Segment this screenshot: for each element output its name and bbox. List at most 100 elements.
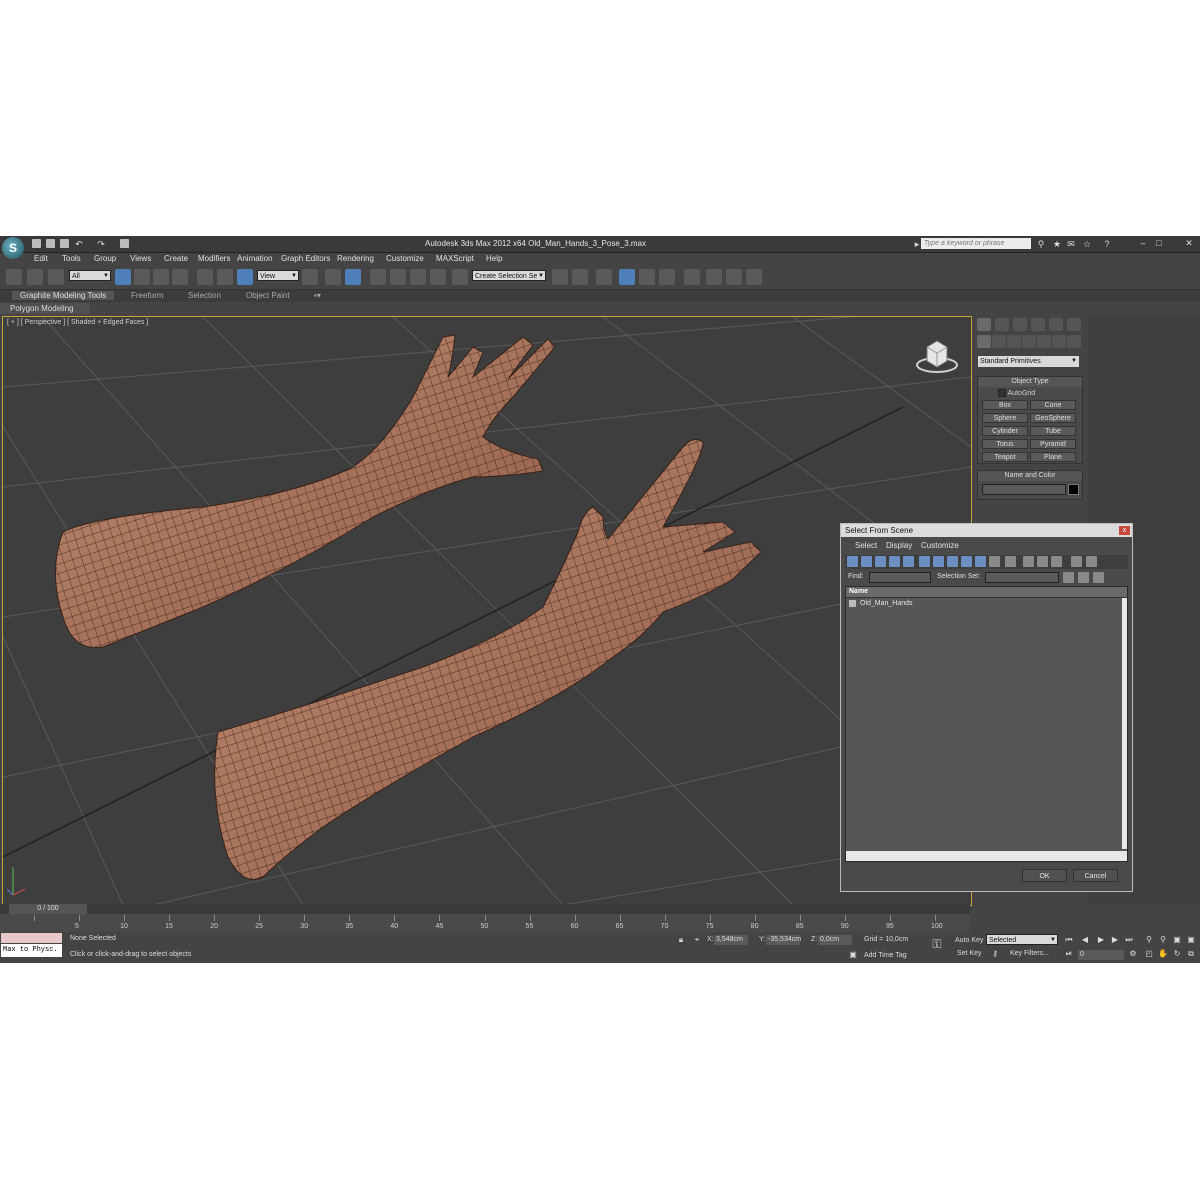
menu-create[interactable]: Create <box>164 254 188 263</box>
ribbon-options-icon[interactable]: ▪▾ <box>314 291 321 300</box>
menu-modifiers[interactable]: Modifiers <box>198 254 230 263</box>
hierarchy-tab-icon[interactable] <box>1013 318 1027 331</box>
rendered-frame-window-icon[interactable] <box>726 269 742 285</box>
systems-icon[interactable] <box>1067 335 1081 348</box>
help-icon[interactable]: ? <box>1102 239 1112 249</box>
bind-space-warp-icon[interactable] <box>48 269 64 285</box>
close-button[interactable]: ✕ <box>1182 238 1196 249</box>
x-coordinate-field[interactable]: 3,548cm <box>714 935 748 945</box>
helpers-icon[interactable] <box>1037 335 1051 348</box>
tube-button[interactable]: Tube <box>1030 426 1076 436</box>
application-menu-icon[interactable]: S <box>2 237 24 259</box>
motion-tab-icon[interactable] <box>1031 318 1045 331</box>
new-file-icon[interactable] <box>32 239 41 248</box>
ok-button[interactable]: OK <box>1022 869 1067 882</box>
display-containers-icon[interactable] <box>975 556 986 567</box>
binoculars-icon[interactable]: ⚲ <box>1036 239 1046 249</box>
current-frame-field[interactable]: 0 <box>1078 950 1124 960</box>
previous-frame-icon[interactable]: ◀ <box>1080 935 1090 945</box>
display-frozen-icon[interactable] <box>989 556 1000 567</box>
menu-customize[interactable]: Customize <box>386 254 424 263</box>
viewport-label[interactable]: [ + ] [ Perspective ] [ Shaded + Edged F… <box>7 319 148 326</box>
undo-icon[interactable]: ↶ <box>74 239 84 249</box>
play-icon[interactable]: ▶ <box>1096 935 1106 945</box>
spinner-snap-icon[interactable] <box>430 269 446 285</box>
cameras-icon[interactable] <box>1022 335 1036 348</box>
perspective-viewport[interactable]: [ + ] [ Perspective ] [ Shaded + Edged F… <box>2 316 972 906</box>
keyboard-shortcut-override-icon[interactable] <box>345 269 361 285</box>
vertical-scrollbar[interactable] <box>1122 598 1127 849</box>
communication-icon[interactable]: ✉ <box>1066 239 1076 249</box>
key-icon[interactable]: ⚿ <box>932 938 942 950</box>
dialog-menu-select[interactable]: Select <box>855 541 877 550</box>
reference-coordinate-dropdown[interactable]: View ▼ <box>257 270 299 281</box>
lock-icon[interactable]: 🔒︎ <box>676 935 686 945</box>
display-geometry-icon[interactable] <box>847 556 858 567</box>
project-folder-icon[interactable] <box>120 239 129 248</box>
auto-key-mode-dropdown[interactable]: Selected ▼ <box>986 934 1058 945</box>
sphere-button[interactable]: Sphere <box>982 413 1028 423</box>
object-name-field[interactable] <box>982 484 1066 495</box>
selection-filter-dropdown[interactable]: All ▼ <box>69 270 111 281</box>
select-manipulate-icon[interactable] <box>325 269 341 285</box>
render-production-icon[interactable] <box>746 269 762 285</box>
object-color-swatch[interactable] <box>1068 484 1079 495</box>
maximize-viewport-icon[interactable]: ⧉ <box>1186 949 1196 959</box>
rotate-icon[interactable] <box>217 269 233 285</box>
hand-upper[interactable] <box>55 334 556 649</box>
set-keys-icon[interactable]: ⚷ <box>990 949 1000 959</box>
menu-animation[interactable]: Animation <box>237 254 273 263</box>
pyramid-button[interactable]: Pyramid <box>1030 439 1076 449</box>
graphite-toggle-icon[interactable] <box>619 269 635 285</box>
field-of-view-icon[interactable]: ◰ <box>1144 949 1154 959</box>
select-object-icon[interactable] <box>115 269 131 285</box>
primitive-category-dropdown[interactable]: Standard Primitives ▼ <box>978 356 1079 367</box>
move-icon[interactable] <box>197 269 213 285</box>
layer-manager-icon[interactable] <box>596 269 612 285</box>
display-bones-icon[interactable] <box>961 556 972 567</box>
menu-maxscript[interactable]: MAXScript <box>436 254 474 263</box>
menu-edit[interactable]: Edit <box>34 254 48 263</box>
zoom-all-icon[interactable]: ⚲ <box>1158 935 1168 945</box>
display-helpers-icon[interactable] <box>903 556 914 567</box>
keyword-search-input[interactable]: Type a keyword or phrase <box>921 238 1031 249</box>
autogrid-checkbox[interactable]: AutoGrid <box>998 389 1035 397</box>
link-icon[interactable] <box>6 269 22 285</box>
track-bar[interactable]: 5 10 15 20 25 30 35 40 45 50 55 60 65 70 75 80 85 90 95 100 <box>0 914 970 932</box>
select-none-icon[interactable] <box>1078 572 1089 583</box>
time-tag-icon[interactable]: ▣ <box>848 950 858 960</box>
dialog-title[interactable]: Select From Scene <box>841 524 1132 537</box>
key-filters-button[interactable]: Key Filters... <box>1010 950 1049 957</box>
list-item[interactable]: Old_Man_Hands <box>846 598 1127 609</box>
display-xrefs-icon[interactable] <box>947 556 958 567</box>
geosphere-button[interactable]: GeoSphere <box>1030 413 1076 423</box>
name-and-color-header[interactable]: Name and Color <box>978 471 1082 481</box>
minimize-button[interactable]: – <box>1136 238 1150 249</box>
display-all-icon[interactable] <box>1023 556 1034 567</box>
menu-graph-editors[interactable]: Graph Editors <box>281 254 330 263</box>
menu-group[interactable]: Group <box>94 254 116 263</box>
tab-freeform[interactable]: Freeform <box>131 291 163 300</box>
selection-set-dropdown[interactable] <box>985 572 1059 583</box>
mirror-icon[interactable] <box>552 269 568 285</box>
save-file-icon[interactable] <box>60 239 69 248</box>
window-crossing-icon[interactable] <box>172 269 188 285</box>
next-frame-icon[interactable]: ▶ <box>1110 935 1120 945</box>
scene-object-list[interactable]: Name Old_Man_Hands <box>845 586 1128 862</box>
tab-object-paint[interactable]: Object Paint <box>246 291 290 300</box>
horizontal-scrollbar[interactable] <box>846 851 1127 861</box>
set-key-button[interactable]: Set Key <box>957 950 982 957</box>
pan-icon[interactable]: ✋ <box>1158 949 1168 959</box>
select-by-name-icon[interactable] <box>134 269 150 285</box>
menu-help[interactable]: Help <box>486 254 502 263</box>
polygon-modeling-panel[interactable]: Polygon Modeling <box>0 303 90 314</box>
dialog-menu-customize[interactable]: Customize <box>921 541 959 550</box>
display-groups-icon[interactable] <box>933 556 944 567</box>
snaps-toggle-icon[interactable] <box>370 269 386 285</box>
select-invert-icon[interactable] <box>1093 572 1104 583</box>
percent-snap-icon[interactable] <box>410 269 426 285</box>
add-time-tag[interactable]: Add Time Tag <box>864 952 907 959</box>
space-warps-icon[interactable] <box>1052 335 1066 348</box>
unlink-icon[interactable] <box>27 269 43 285</box>
plane-button[interactable]: Plane <box>1030 452 1076 462</box>
